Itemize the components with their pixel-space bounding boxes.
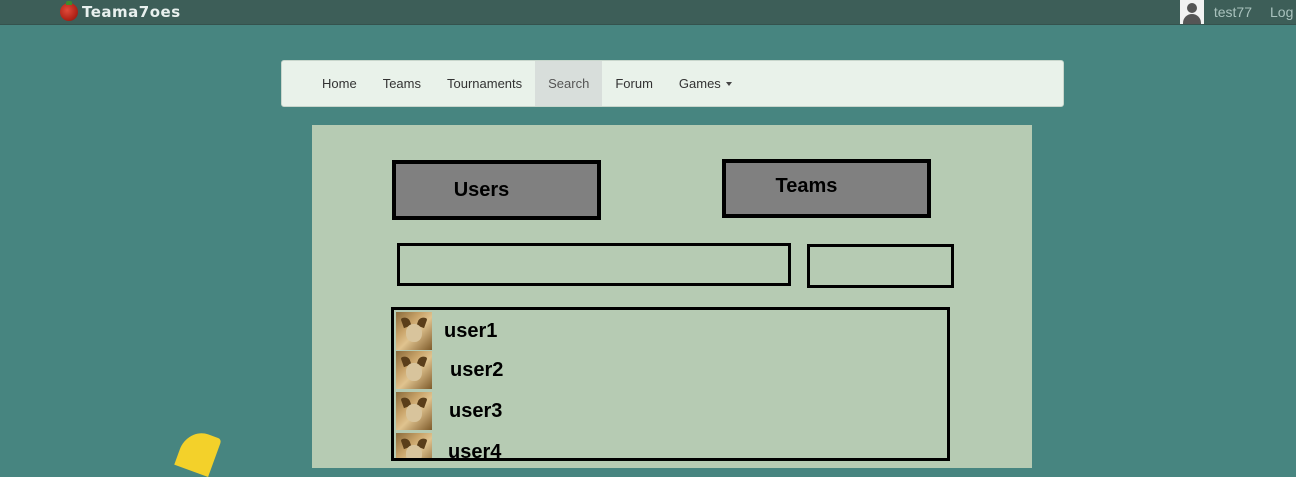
teams-tab-label: Teams bbox=[775, 175, 838, 197]
decorative-shape bbox=[174, 427, 222, 477]
site-logo[interactable]: Teama7oes bbox=[60, 0, 181, 24]
list-item[interactable]: user3 bbox=[396, 392, 502, 430]
result-username: user3 bbox=[449, 399, 503, 422]
nav-tournaments[interactable]: Tournaments bbox=[434, 61, 535, 106]
list-item[interactable]: user2 bbox=[396, 351, 503, 389]
user-photo-icon bbox=[396, 351, 432, 389]
results-list[interactable]: user1 user2 user3 user4 bbox=[391, 307, 950, 461]
default-avatar-icon[interactable] bbox=[1179, 0, 1204, 24]
username-link[interactable]: test77 bbox=[1214, 4, 1252, 20]
user-photo-icon bbox=[396, 392, 432, 430]
nav-search[interactable]: Search bbox=[535, 61, 603, 106]
nav-teams[interactable]: Teams bbox=[370, 61, 434, 106]
tomato-icon bbox=[60, 1, 78, 21]
result-username: user1 bbox=[444, 319, 498, 342]
users-tab-button[interactable]: Users bbox=[392, 160, 601, 220]
nav-forum[interactable]: Forum bbox=[602, 61, 666, 106]
list-item[interactable]: user4 bbox=[396, 433, 502, 461]
nav-games-label: Games bbox=[678, 76, 721, 91]
logo-text: Teama7oes bbox=[82, 3, 181, 21]
logout-link[interactable]: Log bbox=[1270, 4, 1296, 20]
user-photo-icon bbox=[396, 433, 432, 458]
nav-home[interactable]: Home bbox=[309, 61, 370, 106]
teams-tab-button[interactable]: Teams bbox=[722, 159, 931, 218]
search-input[interactable] bbox=[397, 243, 791, 286]
result-username: user4 bbox=[448, 440, 502, 461]
caret-down-icon bbox=[725, 81, 732, 86]
user-area: test77 Log bbox=[1179, 0, 1296, 24]
result-username: user2 bbox=[450, 358, 504, 381]
search-button[interactable] bbox=[807, 244, 954, 288]
list-item[interactable]: user1 bbox=[396, 312, 497, 350]
nav-games[interactable]: Games bbox=[666, 61, 745, 106]
users-tab-label: Users bbox=[453, 178, 510, 201]
search-panel: Users Teams user1 user2 user3 user4 bbox=[312, 125, 1032, 468]
top-bar: Teama7oes test77 Log bbox=[0, 0, 1296, 25]
main-navbar: Home Teams Tournaments Search Forum Game… bbox=[281, 60, 1064, 107]
user-photo-icon bbox=[396, 312, 432, 350]
